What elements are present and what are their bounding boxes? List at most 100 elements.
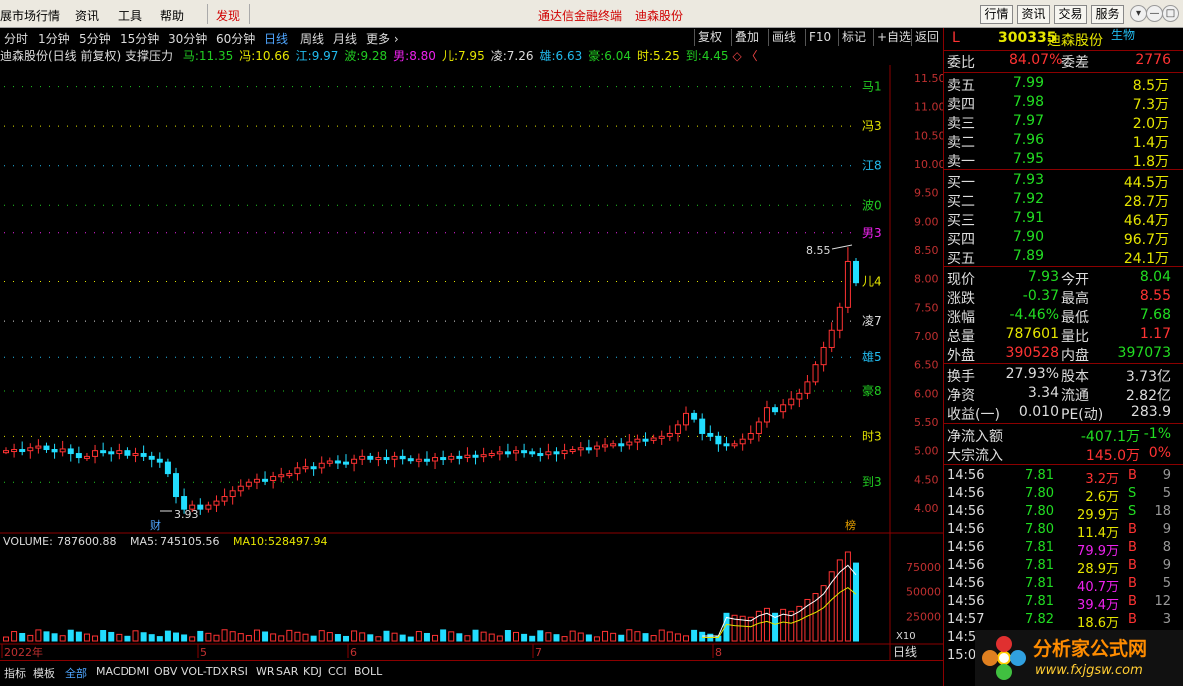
menu-found[interactable]: 发现 (216, 7, 240, 24)
volume-bar (205, 632, 212, 642)
volume-bar (140, 632, 147, 642)
candle-body (820, 346, 827, 366)
tick-side: B (1128, 612, 1137, 627)
volume-bar (262, 631, 269, 642)
price-tick: 4.50 (914, 473, 939, 486)
candle-body (691, 412, 698, 420)
info-level-value: 6.04 (604, 49, 631, 63)
tick-count: 9 (1162, 522, 1171, 537)
tab-all[interactable]: 全部 (65, 665, 87, 681)
btn-market[interactable]: 行情 (980, 5, 1013, 24)
tab-indicator[interactable]: 指标 (4, 665, 26, 681)
quote-row: 卖五 7.99 8.5万 (944, 75, 1176, 94)
tab-dmi[interactable]: DMI (128, 665, 149, 678)
toolbar-button[interactable]: F10 (805, 29, 834, 46)
info-level-value: 9.97 (311, 49, 339, 63)
volume-bar (27, 634, 34, 642)
toolbar-button[interactable]: 叠加 (731, 29, 762, 46)
tab-sar[interactable]: SAR (276, 665, 298, 678)
candle-body (164, 461, 171, 475)
candle-body (124, 450, 131, 456)
volume-bar (642, 633, 649, 642)
stat-row: 涨幅 -4.46% 最低 7.68 (944, 307, 1176, 326)
maximize-icon[interactable]: □ (1162, 5, 1179, 22)
candle-body (173, 473, 179, 498)
tab-macd[interactable]: MACD (96, 665, 129, 678)
tab-boll[interactable]: BOLL (354, 665, 382, 678)
tab-template[interactable]: 模板 (33, 665, 55, 681)
level-label: 男3 (862, 226, 882, 240)
menu-market[interactable]: 展市场行情 (0, 7, 60, 24)
stat-row: 收益(一) 0.010 PE(动) 283.9 (944, 404, 1176, 423)
period-tab[interactable]: 60分钟 (216, 30, 255, 47)
btn-info[interactable]: 资讯 (1017, 5, 1050, 24)
tick-row: 14:56 7.81 28.9万 B 9 (944, 558, 1176, 577)
cai-marker: 财 (150, 518, 161, 532)
toolbar-button[interactable]: 返回 (911, 29, 942, 46)
volume-bar (189, 636, 196, 642)
tick-volume: 29.9万 (1077, 508, 1119, 523)
period-tab-more[interactable]: 更多 › (366, 30, 399, 47)
toolbar-button[interactable]: 复权 (694, 29, 725, 46)
dropdown-icon[interactable]: ▾ (1130, 5, 1147, 22)
menu-tools[interactable]: 工具 (118, 7, 142, 24)
tab-vol-tdx[interactable]: VOL-TDX (181, 665, 229, 678)
tab-kdj[interactable]: KDJ (303, 665, 322, 678)
tab-wr[interactable]: WR (256, 665, 275, 678)
volume-bar (593, 636, 600, 642)
tick-price: 7.80 (1025, 522, 1054, 537)
flow-value: -407.1万 (1080, 429, 1140, 445)
quote-flag: L (952, 30, 960, 46)
tab-cci[interactable]: CCI (328, 665, 347, 678)
flow-pct: -1% (1143, 426, 1171, 442)
candle-body (780, 404, 787, 413)
volume-bar (537, 630, 544, 642)
stat-row: 外盘 390528 内盘 397073 (944, 345, 1176, 364)
volume-bar (83, 633, 90, 642)
stat-value: 787601 (1005, 326, 1059, 342)
toolbar-button[interactable]: 标记 (838, 29, 869, 46)
btn-service[interactable]: 服务 (1091, 5, 1124, 24)
quote-row: 买四 7.90 96.7万 (944, 229, 1176, 248)
info-level-value: 8.80 (409, 49, 436, 63)
stock-title: 迪森股份 (635, 9, 684, 23)
minimize-icon[interactable]: — (1146, 5, 1163, 22)
period-tab[interactable]: 月线 (333, 30, 357, 47)
quote-label: 卖四 (947, 97, 975, 113)
candle-body (496, 451, 503, 455)
period-tab-active[interactable]: 日线 (264, 30, 288, 47)
period-tab[interactable]: 30分钟 (168, 30, 207, 47)
candle-body (229, 490, 236, 498)
tab-obv[interactable]: OBV (154, 665, 177, 678)
toolbar-button[interactable]: +自选 (873, 29, 914, 46)
volume-bar (334, 634, 341, 642)
period-label: 日线 (893, 645, 917, 659)
vol-tick: 50000 (906, 586, 941, 599)
period-tab[interactable]: 周线 (300, 30, 324, 47)
flow-row: 大宗流入 145.0万 0% (944, 445, 1176, 464)
period-tab[interactable]: 分时 (4, 30, 28, 47)
tick-side: B (1128, 594, 1137, 609)
btn-trade[interactable]: 交易 (1054, 5, 1087, 24)
volume-bar (399, 634, 406, 642)
volume-bar (496, 635, 503, 642)
ma5-label: MA5: (130, 535, 158, 548)
menu-help[interactable]: 帮助 (160, 7, 184, 24)
menu-news[interactable]: 资讯 (75, 7, 99, 24)
price-tick: 5.00 (914, 445, 939, 458)
tab-rsi[interactable]: RSI (230, 665, 248, 678)
toolbar-button[interactable]: 画线 (768, 29, 799, 46)
info-level-name: 江: (295, 49, 312, 63)
period-tab[interactable]: 15分钟 (120, 30, 159, 47)
tick-price: 7.81 (1025, 540, 1054, 555)
volume-bar (415, 631, 422, 642)
volume-bar (343, 635, 349, 642)
quote-label: 买一 (947, 175, 975, 191)
volume-bar (683, 635, 689, 642)
candle-body (399, 455, 406, 460)
volume-bar (513, 631, 519, 642)
candle-body (853, 260, 859, 284)
period-tab[interactable]: 1分钟 (38, 30, 70, 47)
period-tab[interactable]: 5分钟 (79, 30, 111, 47)
kline-chart[interactable]: 马1 冯3 江8 波0 男3 儿4 凌7 雄5 豪8 时3 到3 11.50 11.00 10.50 10… (0, 47, 943, 660)
